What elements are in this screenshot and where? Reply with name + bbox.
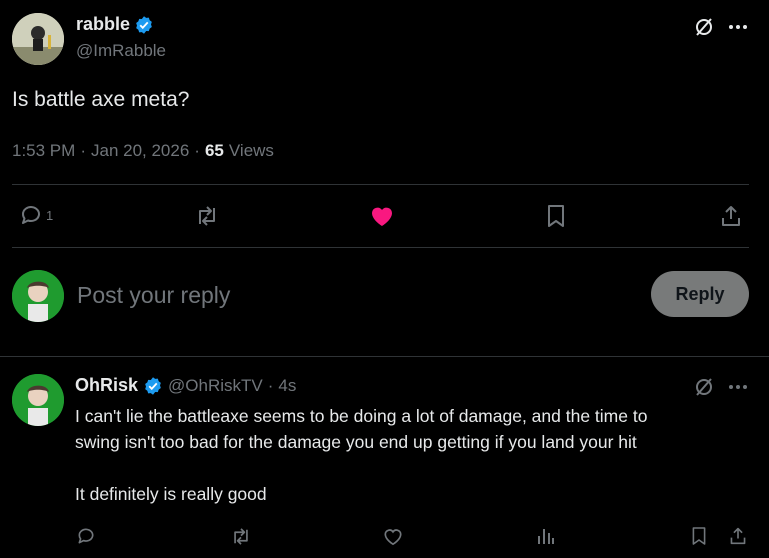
- author-name[interactable]: rabble: [76, 14, 130, 35]
- comment-icon: [19, 203, 43, 227]
- more-options-icon[interactable]: [727, 376, 749, 398]
- analytics-icon[interactable]: [535, 525, 557, 547]
- meta-separator: ·: [80, 141, 86, 160]
- reply-count: 1: [46, 207, 54, 223]
- bookmark-icon[interactable]: [689, 525, 709, 547]
- reply-text-line: swing isn't too bad for the damage you e…: [75, 432, 637, 452]
- more-options-icon[interactable]: [727, 16, 749, 38]
- reply-action-button[interactable]: 1: [19, 203, 53, 227]
- bookmark-icon[interactable]: [543, 203, 569, 229]
- current-user-avatar[interactable]: [12, 270, 64, 322]
- grok-icon[interactable]: [693, 16, 715, 38]
- reply-text-line: It definitely is really good: [75, 484, 267, 504]
- reply-author-name[interactable]: OhRisk: [75, 375, 138, 396]
- reply-text: I can't lie the battleaxe seems to be do…: [75, 403, 647, 507]
- verified-badge-icon: [143, 376, 163, 396]
- like-icon[interactable]: [368, 203, 396, 229]
- share-icon[interactable]: [718, 203, 744, 229]
- reply-author-avatar[interactable]: [12, 374, 64, 426]
- meta-separator: ·: [267, 375, 274, 395]
- reply-placeholder: Post your reply: [77, 282, 231, 308]
- divider: [12, 184, 749, 185]
- reply-age[interactable]: 4s: [278, 376, 296, 396]
- reply-button-label: Reply: [675, 283, 725, 304]
- post-date[interactable]: Jan 20, 2026: [91, 141, 189, 161]
- repost-icon[interactable]: [193, 203, 221, 229]
- verified-badge-icon: [134, 15, 154, 35]
- author-avatar[interactable]: [12, 13, 64, 65]
- post-time[interactable]: 1:53 PM: [12, 141, 75, 161]
- share-icon[interactable]: [728, 525, 748, 547]
- like-icon[interactable]: [382, 525, 404, 547]
- meta-separator: ·: [194, 141, 200, 160]
- repost-icon[interactable]: [229, 525, 253, 547]
- reply-text-line: I can't lie the battleaxe seems to be do…: [75, 406, 648, 426]
- reply-button[interactable]: Reply: [651, 271, 749, 317]
- views-count: 65: [204, 141, 224, 160]
- author-handle[interactable]: @ImRabble: [76, 41, 166, 61]
- post-text: Is battle axe meta?: [12, 88, 190, 111]
- divider: [12, 247, 749, 248]
- grok-icon[interactable]: [693, 376, 715, 398]
- reply-input[interactable]: Post your reply: [77, 278, 637, 312]
- divider: [0, 356, 769, 357]
- views-label: Views: [228, 141, 274, 160]
- comment-icon[interactable]: [75, 525, 97, 547]
- reply-author-handle[interactable]: @OhRiskTV: [168, 376, 263, 396]
